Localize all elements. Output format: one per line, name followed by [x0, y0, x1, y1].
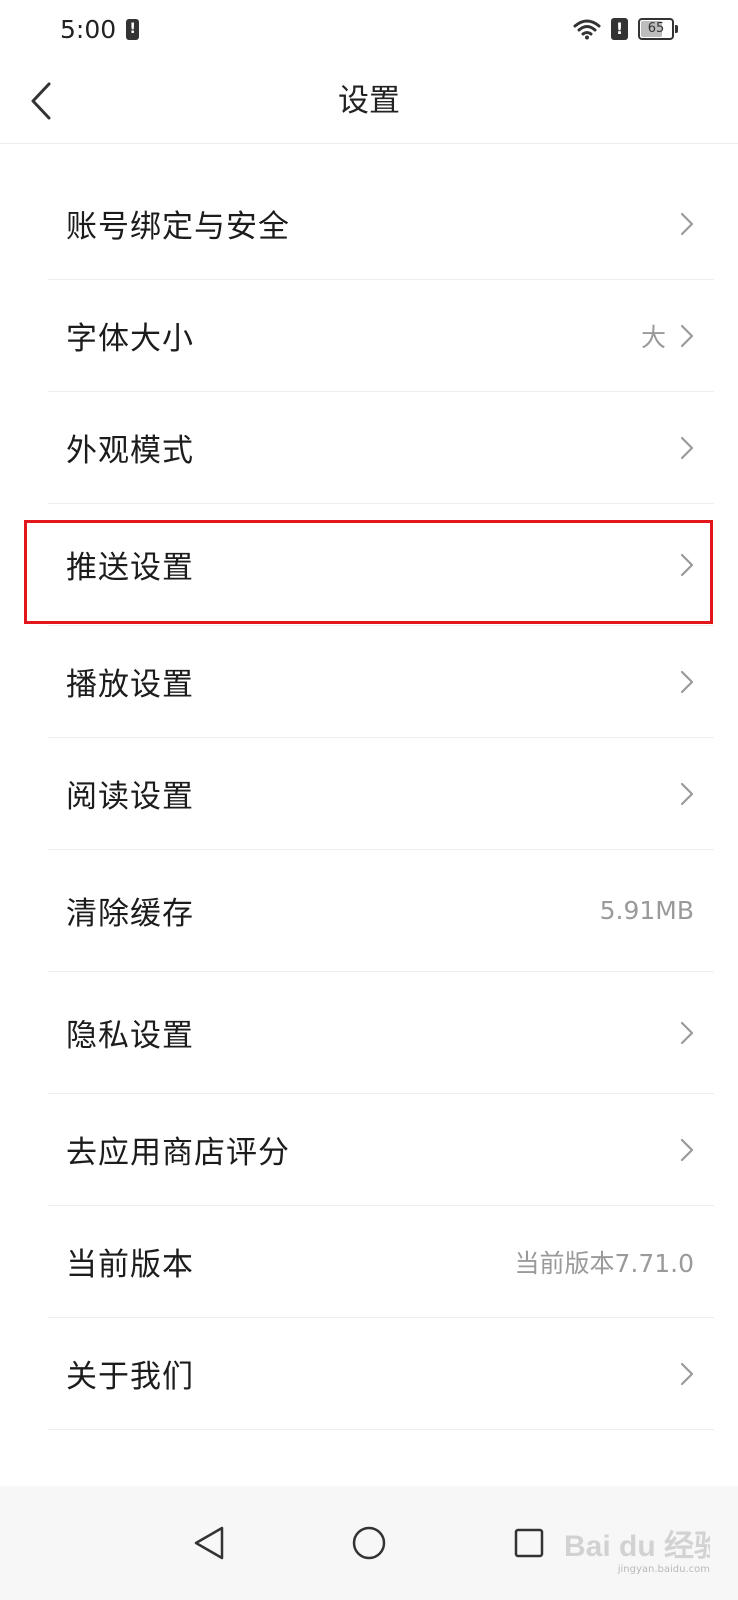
chevron-right-icon	[680, 1362, 694, 1385]
settings-item-label: 播放设置	[66, 667, 194, 703]
settings-item-about[interactable]: 关于我们	[48, 1318, 714, 1430]
baidu-watermark: Bai du 经验 jingyan.baidu.com	[560, 1520, 710, 1580]
settings-item-font-size[interactable]: 字体大小 大	[48, 280, 714, 392]
chevron-right-icon	[680, 1138, 694, 1161]
chevron-right-icon	[680, 782, 694, 805]
chevron-right-icon	[680, 553, 694, 576]
settings-item-right	[680, 436, 694, 460]
nav-recents-button[interactable]	[504, 1518, 554, 1568]
settings-item-version[interactable]: 当前版本 当前版本7.71.0	[48, 1206, 714, 1318]
baidu-paw-logo: Bai du 经验	[564, 1529, 710, 1563]
settings-item-right	[680, 212, 694, 236]
settings-item-push[interactable]: 推送设置	[48, 504, 714, 626]
settings-item-right	[680, 670, 694, 694]
alert-icon: !	[611, 18, 628, 40]
watermark-sub: jingyan.baidu.com	[617, 1563, 710, 1575]
chevron-right-icon	[680, 436, 694, 459]
settings-item-right: 当前版本7.71.0	[514, 1244, 694, 1280]
settings-item-reading[interactable]: 阅读设置	[48, 738, 714, 850]
status-time: 5:00	[60, 14, 117, 44]
notification-alert-icon: !	[126, 18, 140, 40]
settings-item-label: 外观模式	[66, 433, 194, 469]
settings-item-value: 5.91MB	[599, 896, 694, 925]
page-title: 设置	[338, 83, 400, 119]
settings-item-account-security[interactable]: 账号绑定与安全	[48, 168, 714, 280]
battery-level: 65	[647, 21, 665, 36]
settings-list: 账号绑定与安全 字体大小 大 外观模式 推送设置 播放设置 阅读设置 清除缓存 …	[48, 168, 714, 1430]
settings-item-appearance[interactable]: 外观模式	[48, 392, 714, 504]
settings-item-right: 大	[641, 318, 694, 354]
chevron-right-icon	[680, 670, 694, 693]
settings-item-label: 隐私设置	[66, 1018, 194, 1054]
settings-item-clear-cache[interactable]: 清除缓存 5.91MB	[48, 850, 714, 972]
chevron-right-icon	[680, 1021, 694, 1044]
settings-item-right	[680, 1138, 694, 1162]
settings-item-right: 5.91MB	[600, 896, 694, 925]
nav-back-button[interactable]	[184, 1518, 234, 1568]
nav-home-button[interactable]	[344, 1518, 394, 1568]
watermark-text: Bai du 经验	[564, 1529, 710, 1563]
settings-item-playback[interactable]: 播放设置	[48, 626, 714, 738]
settings-item-right	[680, 553, 694, 577]
settings-item-privacy[interactable]: 隐私设置	[48, 972, 714, 1094]
app-header: 设置	[0, 58, 738, 144]
status-left: 5:00 !	[60, 14, 140, 44]
chevron-right-icon	[680, 212, 694, 235]
settings-item-label: 清除缓存	[66, 896, 194, 932]
nav-home-icon	[352, 1526, 386, 1560]
settings-item-label: 账号绑定与安全	[66, 209, 290, 245]
nav-recents-icon	[514, 1528, 544, 1558]
wifi-icon	[573, 19, 601, 40]
settings-item-label: 阅读设置	[66, 779, 194, 815]
settings-item-label: 关于我们	[66, 1359, 194, 1395]
settings-item-rate-app[interactable]: 去应用商店评分	[48, 1094, 714, 1206]
settings-item-label: 去应用商店评分	[66, 1135, 290, 1171]
status-right: ! 65	[573, 18, 678, 40]
settings-item-value: 大	[640, 322, 666, 352]
chevron-right-icon	[680, 324, 694, 347]
settings-item-value: 当前版本7.71.0	[514, 1248, 694, 1278]
settings-item-right	[680, 1021, 694, 1045]
settings-item-label: 字体大小	[66, 321, 194, 357]
settings-item-right	[680, 782, 694, 806]
settings-item-label: 当前版本	[66, 1247, 194, 1283]
status-bar: 5:00 ! ! 65	[0, 0, 738, 58]
settings-item-right	[680, 1362, 694, 1386]
nav-back-icon	[194, 1526, 224, 1560]
settings-item-label: 推送设置	[66, 550, 194, 586]
battery-icon: 65	[638, 18, 678, 40]
